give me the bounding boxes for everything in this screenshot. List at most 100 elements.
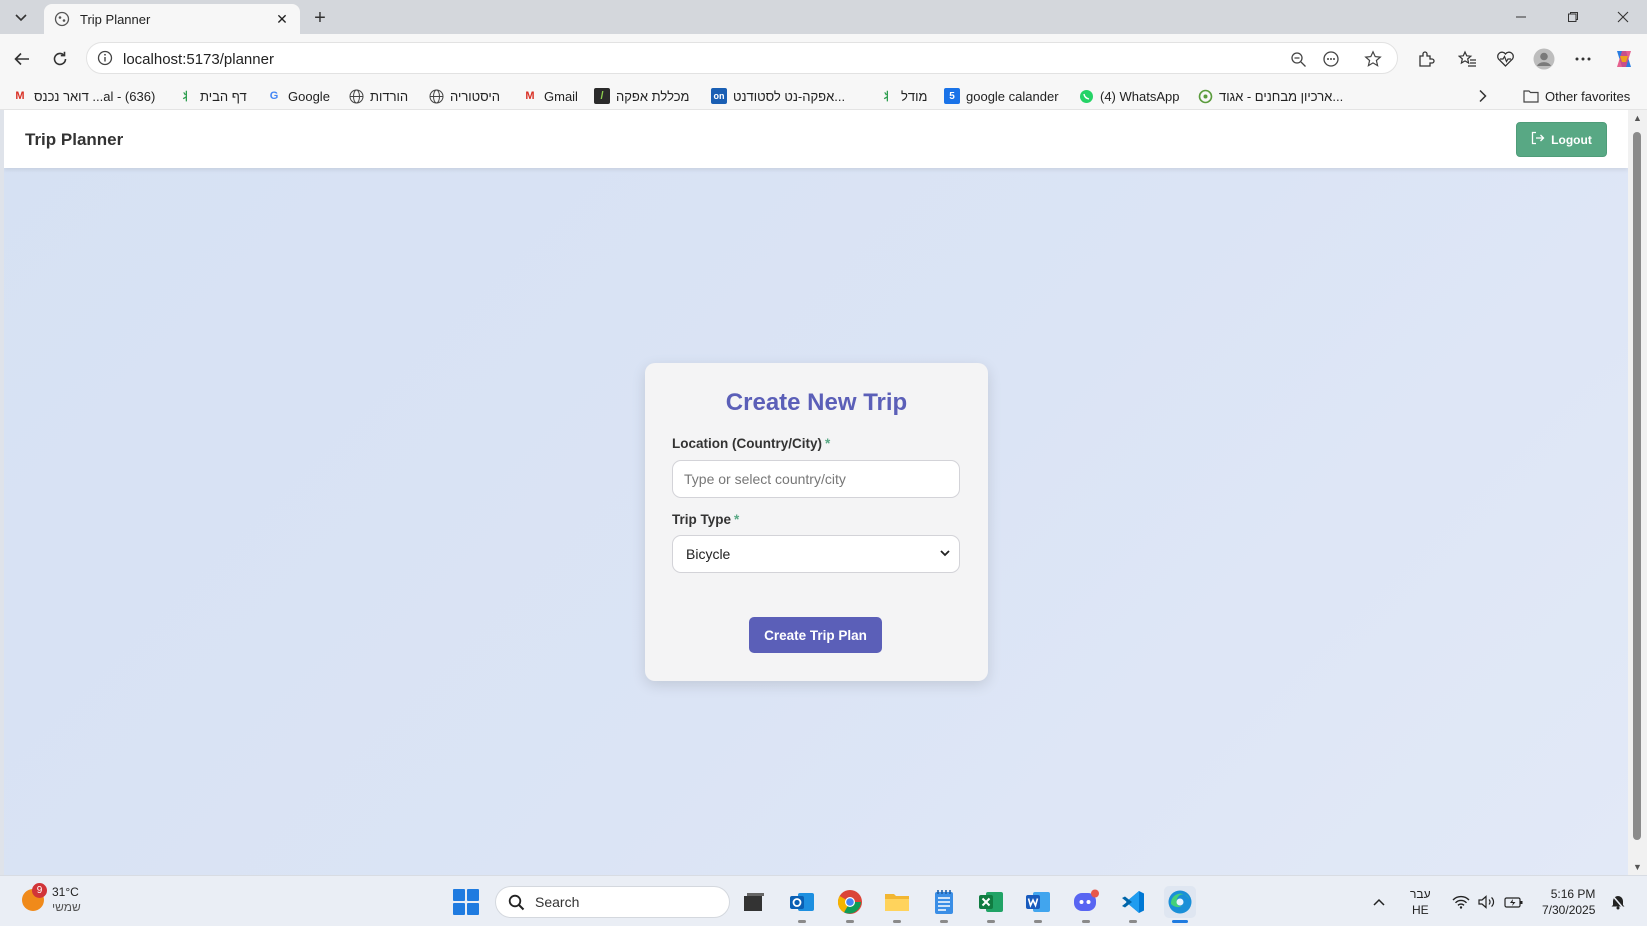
- edge-icon[interactable]: [1164, 886, 1196, 923]
- search-icon: [508, 894, 525, 911]
- settings-more-icon[interactable]: [1569, 45, 1597, 73]
- bookmark-label: google calander: [966, 88, 1059, 104]
- outlook-icon[interactable]: [786, 886, 818, 923]
- logout-button[interactable]: Logout: [1516, 122, 1607, 157]
- profile-avatar-icon[interactable]: [1530, 45, 1558, 73]
- browser-tab-active[interactable]: Trip Planner ✕: [44, 4, 300, 34]
- notification-bell-icon[interactable]: [1610, 876, 1626, 926]
- bookmark-label: Gmail: [544, 88, 578, 104]
- clock-date: 7/30/2025: [1542, 902, 1596, 917]
- notepad-icon[interactable]: [928, 886, 960, 923]
- favorite-star-icon[interactable]: [1362, 49, 1384, 69]
- refresh-icon[interactable]: [46, 45, 74, 73]
- wifi-icon[interactable]: [1452, 876, 1470, 926]
- minimize-icon[interactable]: [1497, 0, 1545, 34]
- clock[interactable]: 5:16 PM 7/30/2025: [1542, 876, 1595, 926]
- logout-icon: [1531, 131, 1545, 148]
- running-indicator: [1034, 920, 1042, 923]
- moodle-leaf-icon: ⺦: [881, 91, 893, 103]
- scroll-up-arrow-icon[interactable]: ▲: [1632, 113, 1643, 123]
- close-window-icon[interactable]: [1599, 0, 1647, 34]
- show-hidden-icons-chevron-icon[interactable]: [1372, 876, 1386, 926]
- reading-mode-icon[interactable]: [1320, 49, 1342, 69]
- browser-tab-strip: Trip Planner ✕ +: [0, 0, 1647, 34]
- running-indicator: [987, 920, 995, 923]
- tab-close-icon[interactable]: ✕: [274, 11, 290, 27]
- bookmark-label: ארכיון מבחנים - אגוד...: [1219, 88, 1344, 104]
- bookmarks-overflow-chevron-icon[interactable]: [1478, 86, 1488, 106]
- site-info-icon[interactable]: [97, 50, 113, 71]
- windows-start-icon[interactable]: [453, 889, 479, 915]
- bookmark-google-calendar[interactable]: 5 google calander: [944, 86, 1059, 106]
- bookmark-downloads[interactable]: הורדות: [348, 86, 408, 106]
- create-trip-heading: Create New Trip: [725, 389, 908, 416]
- bookmark-moodle[interactable]: ⺦ מודל: [879, 86, 928, 106]
- zoom-out-icon[interactable]: [1287, 49, 1309, 69]
- bookmark-gmail[interactable]: M Gmail: [522, 86, 578, 106]
- folder-icon: [1523, 88, 1539, 104]
- gmail-icon: M: [15, 90, 25, 102]
- browser-essentials-heart-icon[interactable]: [1491, 45, 1519, 73]
- language-bottom: HE: [1411, 902, 1429, 917]
- weather-widget[interactable]: 9 31°C שמשי: [22, 883, 81, 915]
- app-page: Trip Planner Logout Create New Trip Loca…: [4, 110, 1628, 875]
- active-indicator: [1172, 920, 1188, 923]
- discord-icon[interactable]: [1070, 886, 1102, 923]
- windows-taskbar: 9 31°C שמשי Search עבר HE 5:16 PM 7/30/2…: [0, 875, 1647, 926]
- address-bar[interactable]: localhost:5173/planner: [86, 42, 1398, 74]
- weather-temperature: 31°C: [52, 885, 79, 899]
- bookmark-afeka-college[interactable]: / מכללת אפקה: [594, 86, 689, 106]
- trip-type-select[interactable]: Bicycle: [672, 535, 960, 573]
- scrollbar-thumb[interactable]: [1633, 132, 1641, 840]
- bookmark-whatsapp[interactable]: (4) WhatsApp: [1078, 86, 1179, 106]
- new-tab-plus-icon[interactable]: +: [308, 6, 332, 30]
- tab-list-chevron-icon[interactable]: [8, 6, 34, 28]
- page-scrollbar[interactable]: ▲ ▼: [1628, 110, 1647, 875]
- language-indicator[interactable]: עבר HE: [1410, 876, 1431, 926]
- word-icon[interactable]: [1022, 886, 1054, 923]
- bookmark-history[interactable]: היסטוריה: [428, 86, 500, 106]
- bookmark-label: אפקה-נט לסטודנט...: [733, 88, 846, 104]
- bookmark-google[interactable]: G Google: [266, 86, 330, 106]
- restore-icon[interactable]: [1549, 0, 1597, 34]
- bookmark-home[interactable]: ⺦ דף הבית: [178, 86, 247, 106]
- bookmark-inbox[interactable]: M (636) - al... דואר נכנס: [12, 86, 155, 106]
- location-label: Location (Country/City) *: [672, 436, 830, 451]
- student-union-icon: [1197, 88, 1213, 104]
- clock-time: 5:16 PM: [1550, 886, 1596, 901]
- vscode-icon[interactable]: [1117, 886, 1149, 923]
- app-title: Trip Planner: [25, 130, 124, 149]
- battery-icon[interactable]: [1504, 876, 1524, 926]
- extensions-icon[interactable]: [1412, 45, 1440, 73]
- location-label-text: Location (Country/City): [672, 436, 822, 451]
- calendar-icon: 5: [944, 88, 960, 104]
- other-favorites-label: Other favorites: [1545, 88, 1631, 104]
- folder-icon[interactable]: [881, 886, 913, 923]
- running-indicator: [893, 920, 901, 923]
- google-icon: G: [269, 90, 279, 102]
- favorites-icon[interactable]: [1453, 45, 1481, 73]
- afeka-net-on-icon: on: [711, 88, 727, 104]
- create-trip-plan-button[interactable]: Create Trip Plan: [749, 617, 882, 653]
- bookmark-afeka-net[interactable]: on אפקה-נט לסטודנט...: [711, 86, 845, 106]
- copilot-icon[interactable]: [1610, 45, 1638, 73]
- globe-icon: [428, 88, 444, 104]
- globe-icon: [348, 88, 364, 104]
- running-indicator: [1129, 920, 1137, 923]
- bookmark-label: מודל: [901, 88, 928, 104]
- excel-icon[interactable]: [975, 886, 1007, 923]
- other-favorites[interactable]: Other favorites: [1523, 86, 1630, 106]
- back-arrow-icon[interactable]: [8, 45, 36, 73]
- chrome-icon[interactable]: [834, 886, 866, 923]
- sun-weather-icon: 9: [22, 883, 47, 911]
- file-explorer-stack-icon[interactable]: [738, 886, 770, 918]
- afeka-icon: /: [594, 88, 610, 104]
- location-input[interactable]: [672, 460, 960, 498]
- trip-type-label: Trip Type *: [672, 512, 739, 527]
- bookmark-exam-archive[interactable]: ארכיון מבחנים - אגוד...: [1197, 86, 1343, 106]
- volume-icon[interactable]: [1478, 876, 1496, 926]
- trip-type-value: Bicycle: [686, 546, 731, 562]
- scroll-down-arrow-icon[interactable]: ▼: [1632, 862, 1643, 872]
- url-text: localhost:5173/planner: [123, 51, 274, 68]
- taskbar-search-box[interactable]: Search: [495, 886, 730, 918]
